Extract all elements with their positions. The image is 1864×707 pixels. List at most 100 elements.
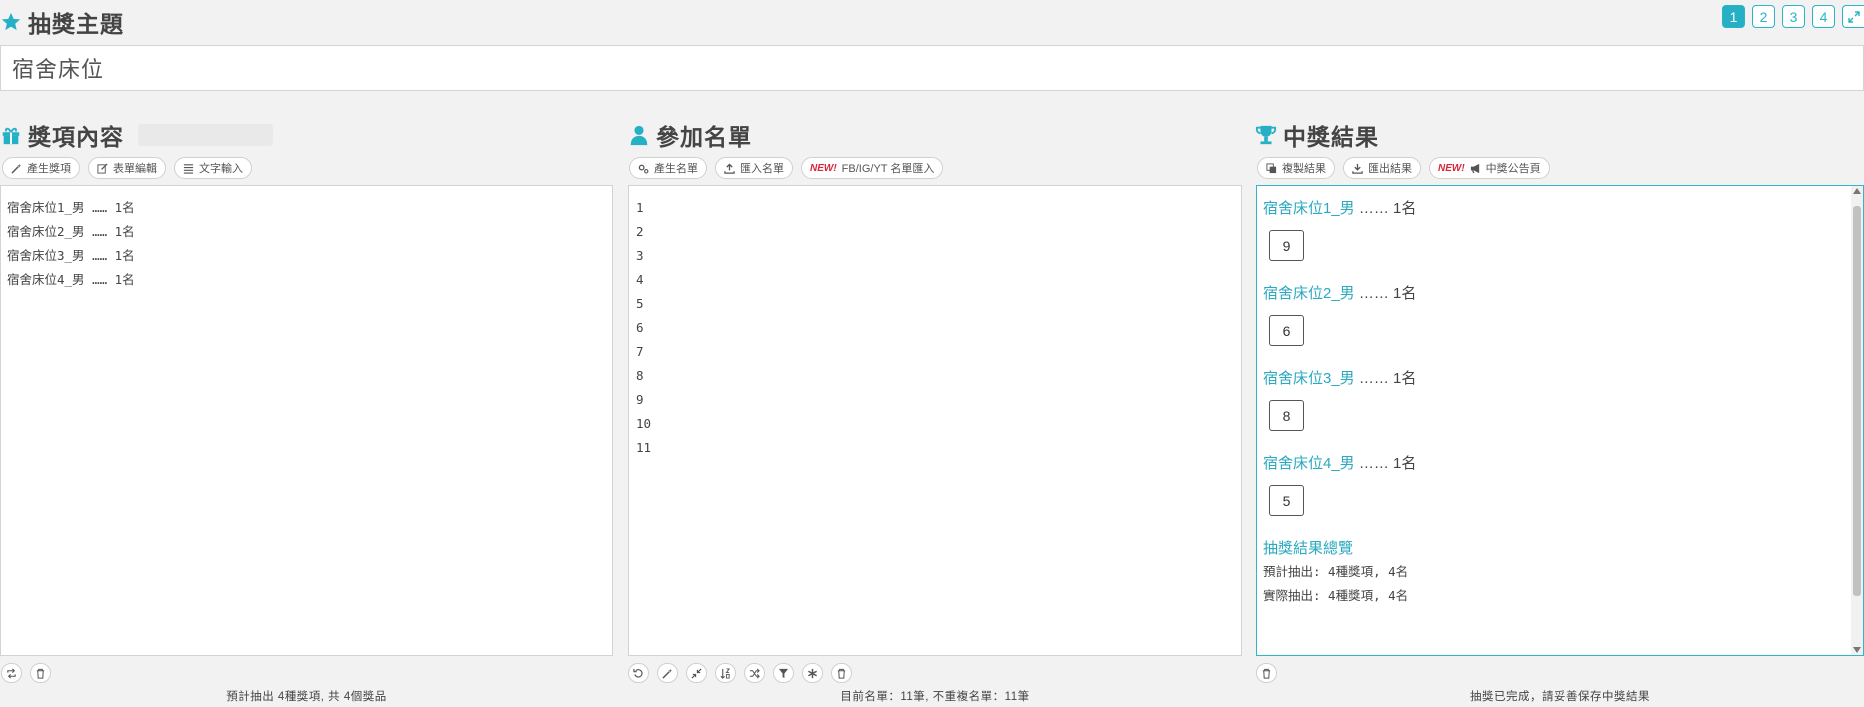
results-bottom-tools — [1256, 663, 1277, 683]
page-button-1[interactable]: 1 — [1722, 5, 1745, 28]
edit-icon — [97, 162, 108, 174]
gears-icon — [638, 164, 649, 173]
announcement-button[interactable]: NEW! 中獎公告頁 — [1429, 157, 1550, 179]
participant-line: 11 — [636, 440, 652, 455]
prizes-textarea[interactable]: 宿舍床位1_男 …… 1名 宿舍床位2_男 …… 1名 宿舍床位3_男 …… 1… — [0, 185, 613, 656]
trash-icon — [36, 668, 45, 679]
participant-line: 6 — [636, 320, 644, 335]
participant-line: 3 — [636, 248, 644, 263]
asterisk-icon — [808, 668, 817, 678]
prizes-title: 獎項內容 — [28, 124, 124, 150]
compress-icon — [691, 667, 702, 679]
trophy-icon — [1255, 125, 1277, 145]
overview-line: 預計抽出: 4種獎項, 4名 — [1263, 564, 1409, 579]
winner-badge: 8 — [1269, 400, 1304, 431]
filter-icon — [778, 668, 789, 678]
gift-icon — [2, 127, 20, 145]
magic-button[interactable] — [657, 663, 678, 683]
refresh-prizes-button[interactable] — [1, 663, 22, 683]
user-icon — [630, 125, 648, 146]
participant-line: 7 — [636, 344, 644, 359]
result-prize: 宿舍床位1_男 — [1263, 200, 1355, 217]
result-prize: 宿舍床位4_男 — [1263, 455, 1355, 472]
text-input-button[interactable]: 文字輸入 — [174, 157, 252, 179]
results-status: 抽獎已完成，請妥善保存中獎結果 — [1470, 691, 1650, 703]
new-badge: NEW! — [810, 162, 837, 174]
upload-icon — [724, 162, 735, 174]
social-import-button[interactable]: NEW! FB/IG/YT 名單匯入 — [801, 157, 944, 179]
participant-line: 5 — [636, 296, 644, 311]
form-edit-label: 表單編輯 — [113, 163, 157, 175]
results-content: 宿舍床位1_男 …… 1名 9 宿舍床位2_男 …… 1名 6 宿舍床位3_男 … — [1257, 186, 1851, 655]
trash-icon — [837, 668, 846, 679]
results-heading: 中獎結果 — [1255, 118, 1379, 152]
wand-icon — [11, 163, 22, 174]
participants-textarea[interactable]: 1 2 3 4 5 6 7 8 9 10 11 — [628, 185, 1242, 656]
prize-line: 宿舍床位3_男 …… 1名 — [7, 248, 135, 263]
prize-line: 宿舍床位4_男 …… 1名 — [7, 272, 135, 287]
participant-line: 9 — [636, 392, 644, 407]
form-edit-button[interactable]: 表單編輯 — [88, 157, 166, 179]
scroll-up-icon[interactable] — [1853, 188, 1861, 194]
undo-button[interactable] — [628, 663, 649, 683]
fullscreen-button[interactable] — [1842, 5, 1864, 28]
participants-status: 目前名單：11筆, 不重複名單：11筆 — [840, 691, 1030, 703]
participant-line: 8 — [636, 368, 644, 383]
clear-results-button[interactable] — [1256, 663, 1277, 683]
trash-icon — [1262, 668, 1271, 679]
prize-line: 宿舍床位2_男 …… 1名 — [7, 224, 135, 239]
participants-title: 參加名單 — [656, 124, 752, 150]
copy-results-label: 複製結果 — [1282, 163, 1326, 175]
new-badge: NEW! — [1438, 162, 1465, 174]
results-title: 中獎結果 — [1283, 124, 1379, 150]
prizes-status: 預計抽出 4種獎項, 共 4個獎品 — [226, 691, 387, 703]
generate-prizes-label: 產生獎項 — [27, 163, 71, 175]
result-group: 宿舍床位1_男 …… 1名 9 — [1263, 198, 1845, 261]
list-icon — [183, 163, 194, 174]
generate-prizes-button[interactable]: 產生獎項 — [2, 157, 80, 179]
copy-results-button[interactable]: 複製結果 — [1257, 157, 1335, 179]
page-button-3[interactable]: 3 — [1782, 5, 1805, 28]
topic-input[interactable]: 宿舍床位 — [0, 45, 1864, 91]
participant-line: 4 — [636, 272, 644, 287]
page-button-4[interactable]: 4 — [1812, 5, 1835, 28]
clear-prizes-button[interactable] — [30, 663, 51, 683]
overview-line: 實際抽出: 4種獎項, 4名 — [1263, 588, 1409, 603]
shuffle-button[interactable] — [744, 663, 765, 683]
scroll-down-icon[interactable] — [1853, 647, 1861, 653]
faded-hint — [138, 124, 273, 146]
winner-badge: 9 — [1269, 230, 1304, 261]
results-scrollbar[interactable] — [1851, 186, 1863, 655]
copy-icon — [1266, 162, 1277, 173]
export-results-button[interactable]: 匯出結果 — [1343, 157, 1421, 179]
sort-button[interactable] — [715, 663, 736, 683]
retweet-icon — [7, 668, 16, 678]
social-import-label: FB/IG/YT 名單匯入 — [841, 163, 935, 175]
text-input-label: 文字輸入 — [199, 163, 243, 175]
import-list-button[interactable]: 匯入名單 — [715, 157, 793, 179]
participants-heading: 參加名單 — [628, 118, 752, 152]
star-icon — [1, 12, 21, 31]
compress-button[interactable] — [686, 663, 707, 683]
page-button-2[interactable]: 2 — [1752, 5, 1775, 28]
winner-badge: 6 — [1269, 315, 1304, 346]
result-prize: 宿舍床位2_男 — [1263, 285, 1355, 302]
results-panel[interactable]: 宿舍床位1_男 …… 1名 9 宿舍床位2_男 …… 1名 6 宿舍床位3_男 … — [1256, 185, 1864, 656]
filter-button[interactable] — [773, 663, 794, 683]
result-group: 宿舍床位2_男 …… 1名 6 — [1263, 283, 1845, 346]
generate-list-label: 產生名單 — [654, 163, 698, 175]
expand-icon — [1847, 10, 1860, 23]
scroll-thumb[interactable] — [1853, 206, 1861, 596]
participant-line: 10 — [636, 416, 652, 431]
winner-badge: 5 — [1269, 485, 1304, 516]
page-switcher: 1 2 3 4 — [1722, 5, 1864, 28]
bullhorn-icon — [1470, 163, 1479, 173]
clear-participants-button[interactable] — [831, 663, 852, 683]
asterisk-button[interactable] — [802, 663, 823, 683]
import-list-label: 匯入名單 — [740, 163, 784, 175]
generate-list-button[interactable]: 產生名單 — [629, 157, 707, 179]
result-count: …… 1名 — [1358, 370, 1417, 387]
participants-toolbar: 產生名單 匯入名單 NEW! FB/IG/YT 名單匯入 — [629, 157, 944, 179]
results-toolbar: 複製結果 匯出結果 NEW! 中獎公告頁 — [1257, 157, 1550, 179]
overview-title: 抽獎結果總覽 — [1263, 540, 1354, 557]
